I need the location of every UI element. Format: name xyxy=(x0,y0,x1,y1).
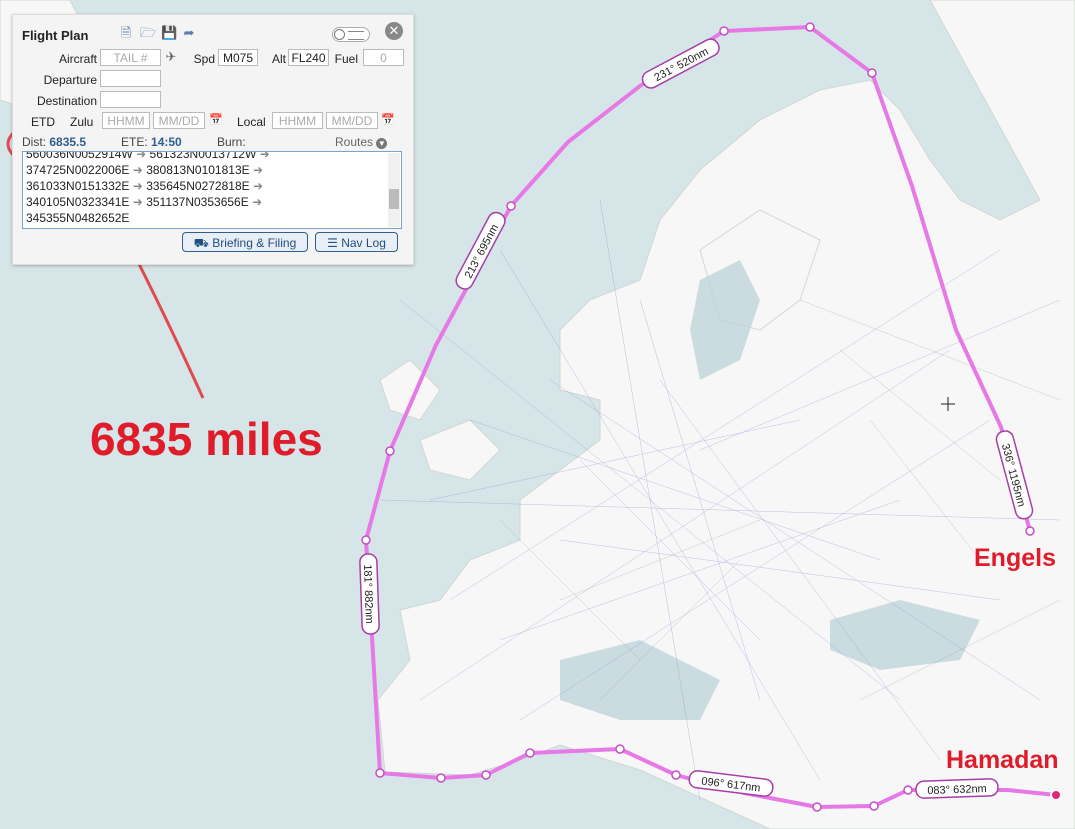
toggle-switch[interactable] xyxy=(332,27,370,42)
engels-label: Engels xyxy=(974,544,1056,572)
waypoint[interactable] xyxy=(525,748,535,758)
ete-label: ETE: xyxy=(121,135,148,149)
waypoint[interactable] xyxy=(481,770,491,780)
ete-readout: ETE: 14:50 xyxy=(121,135,182,149)
route-line: 374725N0022006E ➜ 380813N0101813E ➜ xyxy=(26,163,264,177)
burn-label: Burn: xyxy=(217,135,246,149)
dist-label: Dist: xyxy=(22,135,46,149)
waypoint[interactable] xyxy=(903,785,913,795)
leg-label: 083° 632nm xyxy=(915,778,999,799)
local-label: Local xyxy=(237,115,266,129)
waypoint[interactable] xyxy=(506,201,516,211)
waypoint[interactable] xyxy=(385,446,395,456)
chevron-down-icon: ▼ xyxy=(376,138,388,149)
calendar-icon[interactable]: 📅 xyxy=(381,113,395,126)
destination-input[interactable] xyxy=(100,91,161,108)
nav-log-button[interactable]: ☰ Nav Log xyxy=(315,232,398,252)
dist-value: 6835.5 xyxy=(49,135,87,149)
briefing-filing-button[interactable]: ⛟ Briefing & Filing xyxy=(182,232,308,252)
close-icon[interactable]: ✕ xyxy=(385,22,403,40)
route-line: 560036N0052914W ➜ 561323N0013712W ➜ xyxy=(26,151,270,161)
dist-readout: Dist: 6835.5 xyxy=(22,135,86,149)
departure-label: Departure xyxy=(43,73,97,87)
fuel-label: Fuel xyxy=(334,52,358,66)
waypoint[interactable] xyxy=(361,535,371,545)
local-time-input[interactable]: HHMM xyxy=(272,112,323,129)
waypoint[interactable] xyxy=(436,773,446,783)
flight-plan-panel: Flight Plan 🗎 🗁 💾 ➦ ✕ Aircraft TAIL # ✈ … xyxy=(12,14,414,265)
zulu-date-input[interactable]: MM/DD xyxy=(153,112,205,129)
leg-label: 181° 882nm xyxy=(359,553,380,635)
routes-label: Routes xyxy=(335,135,374,149)
hamadan-label: Hamadan xyxy=(946,746,1059,774)
route-line: 340105N0323341E ➜ 351137N0353656E ➜ xyxy=(26,195,263,209)
local-date-input[interactable]: MM/DD xyxy=(326,112,378,129)
svg-text:083° 632nm: 083° 632nm xyxy=(927,783,987,797)
waypoint[interactable] xyxy=(805,22,815,32)
destination-marker[interactable] xyxy=(1050,789,1062,801)
departure-input[interactable] xyxy=(100,70,161,87)
altitude-input[interactable]: FL240 xyxy=(288,49,329,66)
list-icon: ☰ xyxy=(327,236,338,250)
route-line: 345355N0482652E xyxy=(26,211,130,225)
airplane-icon[interactable]: ✈ xyxy=(164,50,178,64)
fuel-input[interactable]: 0 xyxy=(363,49,404,66)
alt-label: Alt xyxy=(271,52,286,66)
waypoint[interactable] xyxy=(375,768,385,778)
share-icon[interactable]: ➦ xyxy=(182,26,196,40)
panel-title: Flight Plan xyxy=(22,28,89,43)
new-file-icon[interactable]: 🗎 xyxy=(119,26,133,40)
aircraft-input[interactable]: TAIL # xyxy=(100,49,161,66)
zulu-label: Zulu xyxy=(70,115,94,129)
scrollbar[interactable] xyxy=(388,153,400,227)
routes-dropdown[interactable]: Routes ▼ xyxy=(335,135,388,149)
waypoint[interactable] xyxy=(869,801,879,811)
svg-text:181° 882nm: 181° 882nm xyxy=(361,564,375,624)
waypoint[interactable] xyxy=(615,744,625,754)
etd-label: ETD xyxy=(31,115,55,129)
waypoint[interactable] xyxy=(719,26,729,36)
ete-value: 14:50 xyxy=(151,135,182,149)
waypoint[interactable] xyxy=(867,68,877,78)
waypoint[interactable] xyxy=(1025,526,1035,536)
zulu-time-input[interactable]: HHMM xyxy=(102,112,150,129)
route-line: 361033N0151332E ➜ 335645N0272818E ➜ xyxy=(26,179,264,193)
aircraft-label: Aircraft xyxy=(58,52,97,66)
destination-label: Destination xyxy=(36,94,97,108)
waypoint[interactable] xyxy=(671,770,681,780)
save-icon[interactable]: 💾 xyxy=(161,26,177,40)
spd-label: Spd xyxy=(193,52,215,66)
calendar-icon[interactable]: 📅 xyxy=(209,113,223,126)
waypoint[interactable] xyxy=(812,802,822,812)
speed-input[interactable]: M075 xyxy=(218,49,258,66)
briefing-icon: ⛟ xyxy=(193,236,209,250)
open-folder-icon[interactable]: 🗁 xyxy=(140,26,156,40)
route-textarea[interactable]: 560036N0052914W ➜ 561323N0013712W ➜ 3747… xyxy=(22,151,402,229)
miles-annotation: 6835 miles xyxy=(90,413,323,465)
